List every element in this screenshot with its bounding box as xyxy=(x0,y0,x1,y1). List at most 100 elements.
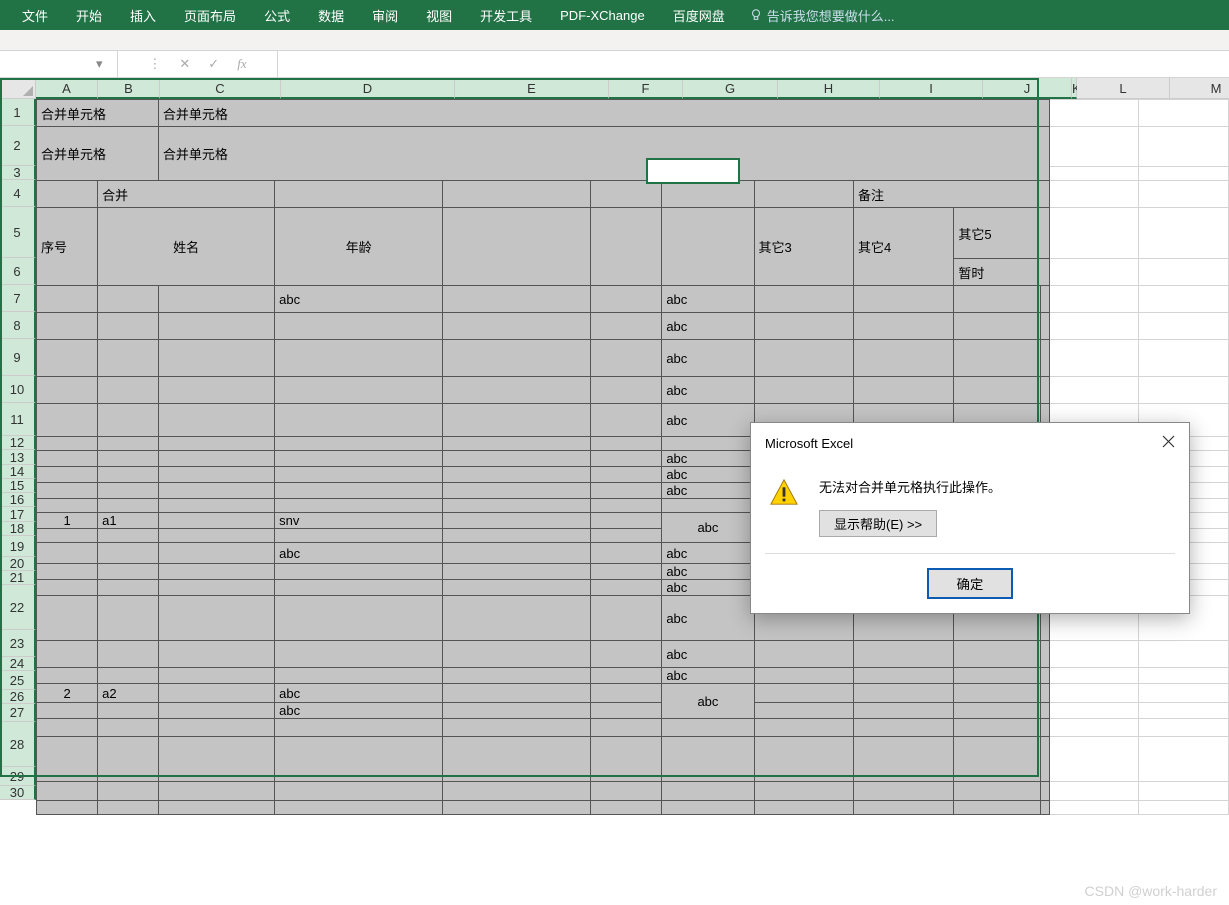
cell[interactable] xyxy=(1139,167,1229,181)
cell[interactable] xyxy=(591,404,662,437)
cell[interactable] xyxy=(37,719,98,737)
col-header[interactable]: B xyxy=(98,78,160,99)
cell[interactable] xyxy=(591,513,662,529)
cell[interactable] xyxy=(954,801,1041,815)
row-header[interactable]: 24 xyxy=(0,657,36,671)
cell[interactable] xyxy=(1139,181,1229,208)
col-header[interactable]: D xyxy=(281,78,455,99)
cell[interactable] xyxy=(158,483,274,499)
cell[interactable] xyxy=(1050,737,1139,782)
cell[interactable] xyxy=(1041,313,1050,340)
cell[interactable] xyxy=(443,596,591,641)
cell[interactable] xyxy=(954,286,1041,313)
cell[interactable] xyxy=(443,564,591,580)
cell[interactable]: abc xyxy=(662,313,754,340)
cell[interactable] xyxy=(98,641,159,668)
cell[interactable] xyxy=(854,286,954,313)
cell[interactable] xyxy=(1050,181,1139,208)
col-header[interactable]: L xyxy=(1077,78,1170,99)
cell[interactable] xyxy=(591,564,662,580)
row-header[interactable]: 1 xyxy=(0,99,36,126)
cell[interactable] xyxy=(754,377,853,404)
cell[interactable] xyxy=(158,580,274,596)
cell[interactable]: 备注 xyxy=(854,181,1050,208)
cell[interactable] xyxy=(954,782,1041,801)
cell[interactable] xyxy=(591,668,662,684)
cell[interactable]: a1 xyxy=(98,513,159,529)
cell[interactable] xyxy=(37,313,98,340)
cell[interactable] xyxy=(591,377,662,404)
cell[interactable] xyxy=(275,529,443,543)
row-header[interactable]: 20 xyxy=(0,557,36,571)
row-header[interactable]: 28 xyxy=(0,722,36,767)
cell[interactable] xyxy=(591,286,662,313)
cell[interactable] xyxy=(158,801,274,815)
cell[interactable]: abc xyxy=(662,483,754,499)
cell[interactable] xyxy=(443,286,591,313)
cell[interactable] xyxy=(854,782,954,801)
cell[interactable] xyxy=(662,737,754,782)
col-header[interactable]: E xyxy=(455,78,609,99)
cell[interactable]: abc xyxy=(662,467,754,483)
cell[interactable] xyxy=(1041,719,1050,737)
cell[interactable] xyxy=(1050,719,1139,737)
cell[interactable] xyxy=(591,529,662,543)
cell[interactable] xyxy=(98,404,159,437)
cell[interactable] xyxy=(158,737,274,782)
row-header[interactable]: 5 xyxy=(0,207,36,258)
cell[interactable] xyxy=(1050,684,1139,703)
tell-me[interactable]: 告诉我您想要做什么... xyxy=(739,6,905,25)
cell[interactable] xyxy=(37,782,98,801)
cell[interactable]: abc xyxy=(662,513,754,543)
cell[interactable] xyxy=(954,703,1041,719)
cell[interactable] xyxy=(98,437,159,451)
accept-icon[interactable]: ✓ xyxy=(208,56,219,72)
cell[interactable] xyxy=(1139,313,1229,340)
cell[interactable] xyxy=(754,782,853,801)
cell[interactable] xyxy=(37,703,98,719)
cell[interactable] xyxy=(854,641,954,668)
cell[interactable]: 合并单元格 xyxy=(158,127,1049,181)
cell[interactable]: abc xyxy=(275,543,443,564)
cell[interactable] xyxy=(443,782,591,801)
ribbon-tab[interactable]: 插入 xyxy=(116,0,170,30)
cell[interactable] xyxy=(158,377,274,404)
cell[interactable] xyxy=(158,340,274,377)
cell[interactable] xyxy=(1139,377,1229,404)
cell[interactable] xyxy=(37,596,98,641)
ribbon-tab[interactable]: 开始 xyxy=(62,0,116,30)
row-header[interactable]: 26 xyxy=(0,690,36,704)
cell[interactable] xyxy=(158,543,274,564)
cell[interactable]: abc xyxy=(662,684,754,719)
cell[interactable] xyxy=(1050,801,1139,815)
cell[interactable] xyxy=(1050,641,1139,668)
cell[interactable] xyxy=(275,437,443,451)
cell[interactable] xyxy=(443,340,591,377)
formula-input[interactable] xyxy=(284,57,1223,72)
cell[interactable] xyxy=(662,499,754,513)
row-header[interactable]: 3 xyxy=(0,166,36,180)
cell[interactable] xyxy=(443,719,591,737)
cell[interactable] xyxy=(98,737,159,782)
cell[interactable] xyxy=(1041,286,1050,313)
cell[interactable]: 其它3 xyxy=(754,208,853,286)
cell[interactable] xyxy=(158,467,274,483)
cell[interactable] xyxy=(443,404,591,437)
cell[interactable] xyxy=(158,703,274,719)
cell[interactable] xyxy=(443,801,591,815)
col-header[interactable]: H xyxy=(778,78,880,99)
cell[interactable] xyxy=(1050,259,1139,286)
cell[interactable] xyxy=(1041,684,1050,703)
ribbon-tab[interactable]: 视图 xyxy=(412,0,466,30)
ribbon-tab[interactable]: 开发工具 xyxy=(466,0,546,30)
cell[interactable] xyxy=(98,313,159,340)
cell[interactable] xyxy=(1041,801,1050,815)
cell[interactable] xyxy=(275,801,443,815)
cell[interactable] xyxy=(37,564,98,580)
cell[interactable] xyxy=(37,529,98,543)
cell[interactable] xyxy=(1139,719,1229,737)
row-header[interactable]: 16 xyxy=(0,493,36,507)
cell[interactable] xyxy=(158,596,274,641)
cell[interactable] xyxy=(1050,208,1139,259)
cell[interactable] xyxy=(754,286,853,313)
